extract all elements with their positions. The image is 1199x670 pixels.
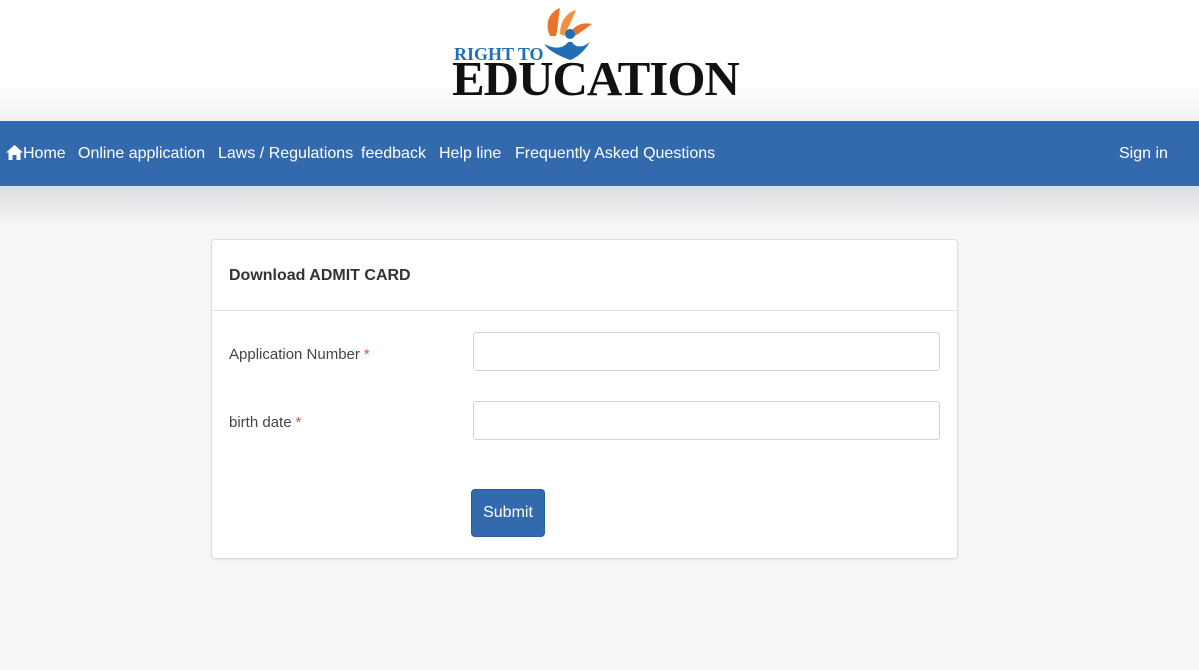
nav-item-feedback[interactable]: feedback: [361, 121, 426, 186]
application-number-input[interactable]: [473, 332, 940, 371]
card-header: Download ADMIT CARD: [212, 240, 957, 311]
submit-button[interactable]: Submit: [471, 489, 545, 537]
nav-shadow: [0, 186, 1199, 226]
birth-date-label-text: birth date: [229, 414, 292, 431]
nav-item-help-line[interactable]: Help line: [439, 121, 501, 186]
birth-date-label: birth date *: [229, 414, 301, 431]
main-navbar: Home Online application Laws / Regulatio…: [0, 121, 1199, 186]
logo-text-line2: EDUCATION: [452, 51, 740, 106]
required-mark: *: [295, 414, 302, 431]
birth-date-input[interactable]: [473, 401, 940, 440]
right-to-education-logo[interactable]: RIGHT TO EDUCATION: [452, 4, 740, 104]
sign-in-link[interactable]: Sign in: [1119, 121, 1168, 186]
home-icon: [6, 145, 23, 160]
site-header: RIGHT TO EDUCATION: [0, 0, 1199, 121]
application-number-label: Application Number *: [229, 346, 370, 363]
nav-item-online-application[interactable]: Online application: [78, 121, 205, 186]
nav-item-laws-regulations[interactable]: Laws / Regulations: [218, 121, 353, 186]
admit-card-form: Download ADMIT CARD Application Number * …: [211, 239, 958, 559]
nav-item-home[interactable]: Home: [6, 121, 66, 186]
nav-item-home-label: Home: [23, 145, 66, 162]
card-title: Download ADMIT CARD: [229, 267, 411, 284]
application-number-label-text: Application Number: [229, 346, 360, 363]
required-mark: *: [363, 346, 370, 363]
nav-item-faq[interactable]: Frequently Asked Questions: [515, 121, 715, 186]
